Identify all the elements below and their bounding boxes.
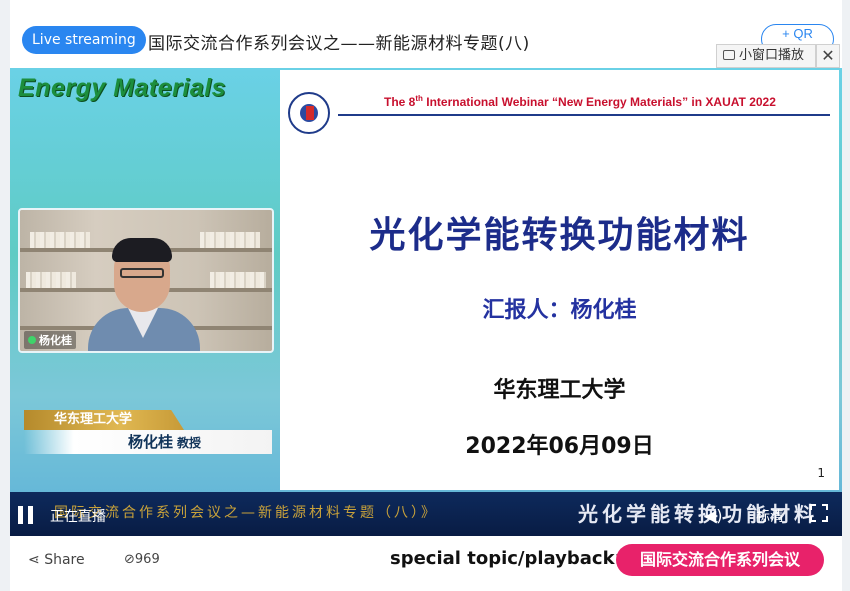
- university-logo-icon: [288, 92, 330, 134]
- camera-name-label: 杨化桂: [24, 331, 76, 349]
- mini-window-button[interactable]: 小窗口播放: [716, 44, 816, 68]
- mini-window-label: 小窗口播放: [739, 48, 805, 63]
- slide-date: 2022年06月09日: [465, 434, 654, 459]
- speaker-role: 教授: [177, 436, 202, 450]
- slide-divider: [338, 114, 830, 116]
- pause-icon[interactable]: [18, 506, 34, 524]
- live-streaming-badge[interactable]: Live streaming: [22, 26, 146, 54]
- eye-icon: ⊘: [124, 552, 135, 567]
- special-topic-label: special topic/playback:: [390, 548, 622, 569]
- quality-selector[interactable]: 标清: [756, 506, 784, 526]
- stream-title: 国际交流合作系列会议之——新能源材料专题(八): [148, 34, 530, 54]
- speaker-name-banner: 杨化桂 教授: [24, 430, 272, 454]
- share-icon: ⋖: [28, 552, 45, 568]
- speaker-camera: 杨化桂: [18, 208, 274, 353]
- brand-title: Energy Materials: [18, 74, 227, 102]
- close-mini-window-button[interactable]: ✕: [816, 44, 840, 68]
- slide-reporter: 汇报人：杨化桂: [482, 298, 637, 323]
- volume-icon[interactable]: ◀): [704, 506, 723, 525]
- slide-page-number: 1: [817, 466, 825, 480]
- player-controls: 国际交流合作系列会议之—新能源材料专题（八）》 光化学能转换功能材料 正在直播 …: [10, 492, 842, 536]
- scrolling-ticker: 国际交流合作系列会议之—新能源材料专题（八）》: [54, 505, 438, 521]
- topic-button[interactable]: 国际交流合作系列会议: [616, 544, 824, 576]
- view-count: ⊘969: [124, 552, 160, 567]
- slide-main-title: 光化学能转换功能材料: [369, 215, 750, 256]
- fullscreen-icon[interactable]: [810, 504, 828, 522]
- footer-bar: ⋖ Share ⊘969 special topic/playback: 国际交…: [10, 536, 842, 591]
- tv-icon: [723, 50, 735, 60]
- presentation-slide: The 8th International Webinar “New Energ…: [280, 70, 839, 490]
- video-player[interactable]: Energy Materials 杨化桂 华东理工大学 杨化桂 教授 The 8t…: [10, 68, 842, 536]
- share-button[interactable]: ⋖ Share: [28, 552, 85, 568]
- speaker-school-banner: 华东理工大学: [24, 410, 184, 430]
- live-status: 正在直播: [50, 509, 106, 525]
- mic-active-icon: [28, 336, 36, 344]
- slide-university: 华东理工大学: [493, 378, 626, 403]
- slide-header: The 8th International Webinar “New Energ…: [384, 94, 776, 109]
